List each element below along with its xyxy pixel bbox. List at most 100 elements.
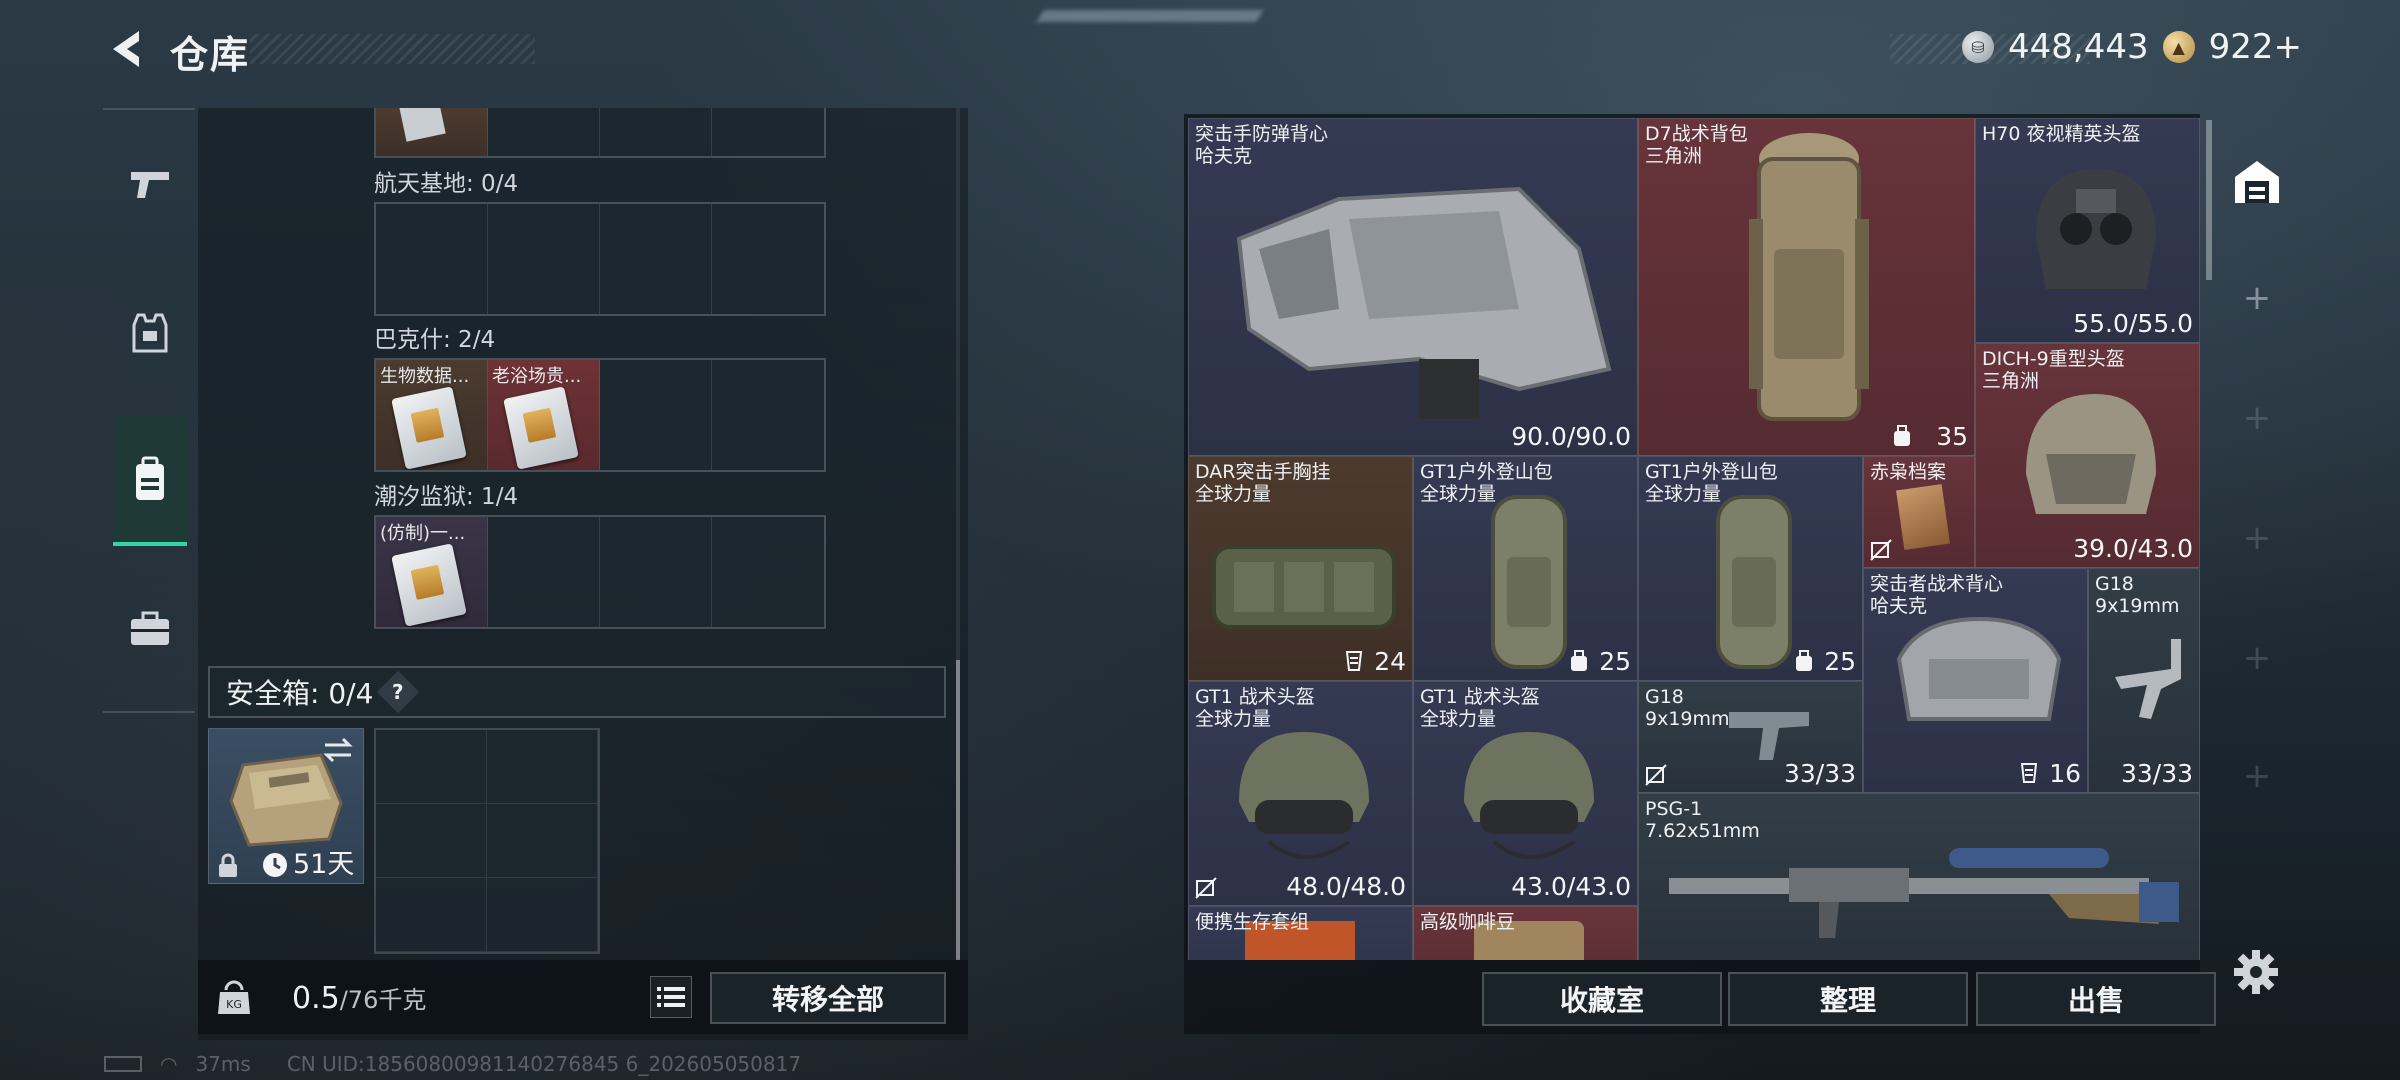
safe-slot[interactable] [487, 878, 598, 952]
nav-case-tab[interactable] [113, 564, 187, 694]
side-tab-add[interactable]: + [2224, 612, 2290, 704]
item-tile[interactable]: D7战术背包 三角洲 35 [1638, 118, 1975, 456]
item-name: GT1户外登山包 全球力量 [1420, 461, 1553, 505]
backpack-icon [136, 456, 164, 500]
item-tile[interactable]: DAR突击手胸挂 全球力量 24 [1188, 456, 1413, 681]
item-tile[interactable]: GT1 战术头盔 全球力量 48.0/48.0 [1188, 681, 1413, 906]
safe-box-header: 安全箱: 0/4 ? [208, 666, 946, 718]
collection-slot[interactable] [488, 204, 600, 314]
chest-rig-image [1212, 545, 1396, 629]
collection-slot[interactable] [376, 108, 488, 156]
collection-slot[interactable] [376, 204, 488, 314]
sort-button[interactable]: 整理 [1728, 972, 1968, 1026]
item-tile[interactable]: G18 9x19mm 33/33 [1638, 681, 1863, 793]
warehouse-side-tabs: + + + + + [2224, 136, 2290, 836]
tactical-vest-image [1896, 616, 2062, 721]
gold-balance[interactable]: 922+ [2209, 27, 2302, 67]
item-durability: 43.0/43.0 [1511, 872, 1631, 901]
nav-backpack-tab[interactable] [113, 416, 187, 546]
warehouse-scrollbar[interactable] [2206, 120, 2212, 280]
collection-slot[interactable] [712, 517, 824, 627]
tactical-helmet-image [1464, 732, 1594, 859]
list-view-button[interactable] [650, 976, 692, 1018]
collection-slot[interactable] [488, 108, 600, 156]
sell-button[interactable]: 出售 [1976, 972, 2216, 1026]
collection-slot[interactable] [712, 204, 824, 314]
safe-slot[interactable] [376, 730, 487, 804]
settings-button[interactable] [2232, 948, 2280, 996]
item-capacity: 25 [1824, 647, 1856, 676]
safe-box-case[interactable]: 51天 [208, 728, 364, 884]
side-tab-add[interactable]: + [2224, 730, 2290, 822]
collection-slot[interactable]: (仿制)一... [376, 517, 488, 627]
item-tile[interactable]: 高级咖啡豆 [1413, 906, 1638, 960]
collection-slot[interactable]: 生物数据... [376, 360, 488, 470]
nav-armor-tab[interactable] [113, 268, 187, 398]
safe-slot[interactable] [487, 730, 598, 804]
armor-vest-image [1236, 186, 1612, 419]
svg-text:KG: KG [226, 998, 242, 1011]
item-tile[interactable]: GT1 战术头盔 全球力量 43.0/43.0 [1413, 681, 1638, 906]
back-button[interactable] [100, 24, 150, 74]
vest-icon [132, 313, 168, 353]
collection-row-aerospace [374, 202, 826, 316]
item-tile[interactable]: PSG-1 7.62x51mm [1638, 793, 2200, 960]
item-capacity: 35 [1936, 422, 1968, 451]
item-tile[interactable]: G18 9x19mm 33/33 [2088, 568, 2200, 793]
help-icon[interactable]: ? [377, 670, 420, 714]
side-tab-warehouse[interactable] [2224, 136, 2290, 228]
tactical-helmet-image [1239, 732, 1369, 859]
item-tile[interactable]: H70 夜视精英头盔 55.0/55.0 [1975, 118, 2200, 343]
side-tab-add[interactable]: + [2224, 372, 2290, 464]
item-tile[interactable]: GT1户外登山包 全球力量 25 [1413, 456, 1638, 681]
item-name: G18 9x19mm [2095, 573, 2180, 617]
collection-slot[interactable] [600, 517, 712, 627]
clock-icon [263, 853, 287, 877]
collection-slot[interactable] [600, 108, 712, 156]
item-name: 突击者战术背心 哈夫克 [1870, 573, 2004, 617]
page-title: 仓库 [170, 33, 251, 77]
item-durability: 55.0/55.0 [2073, 309, 2193, 338]
collection-slot[interactable] [488, 517, 600, 627]
item-tile[interactable]: 便携生存套组 [1188, 906, 1413, 960]
item-tile[interactable]: DICH-9重型头盔 三角洲 39.0/43.0 [1975, 343, 2200, 568]
no-trade-icon [1870, 539, 1892, 561]
side-tab-add[interactable]: + [2224, 252, 2290, 344]
gold-coin-icon: ▲ [2162, 31, 2195, 63]
nav-weapon-tab[interactable] [113, 120, 187, 250]
currency-bar: ⛁ 448,443 ▲ 922+ [1890, 27, 2310, 67]
safe-slot[interactable] [376, 804, 487, 878]
transfer-all-button[interactable]: 转移全部 [710, 972, 946, 1024]
item-name: PSG-1 7.62x51mm [1645, 798, 1760, 842]
gear-icon [2234, 950, 2278, 994]
item-tile[interactable]: 突击者战术背心 哈夫克 16 [1863, 568, 2088, 793]
item-tile[interactable]: 赤枭档案 [1863, 456, 1975, 568]
side-tab-add[interactable]: + [2224, 492, 2290, 584]
ping-readout: 37ms [195, 1052, 251, 1076]
battery-icon [104, 1056, 142, 1072]
system-status-bar: ◠ 37ms CN UID:18560800981140276845 6_202… [104, 1052, 801, 1076]
collection-slot[interactable]: 老浴场贵... [488, 360, 600, 470]
swap-icon[interactable] [321, 735, 355, 765]
capacity-icon [1796, 650, 1812, 671]
collection-slot[interactable] [712, 360, 824, 470]
collection-slot[interactable] [600, 204, 712, 314]
back-arrow-icon [113, 31, 139, 67]
item-name: DAR突击手胸挂 全球力量 [1195, 461, 1331, 505]
safe-slot[interactable] [376, 878, 487, 952]
collection-scrollbar-thumb[interactable] [956, 660, 960, 960]
item-tile[interactable]: 突击手防弹背心 哈夫克 90.0/90.0 [1188, 118, 1638, 456]
collection-item-name: 老浴场贵... [492, 366, 582, 387]
collection-slot[interactable] [600, 360, 712, 470]
capacity-icon [1571, 650, 1587, 671]
briefcase-icon [131, 611, 169, 645]
safe-slot[interactable] [487, 804, 598, 878]
no-trade-icon [1645, 764, 1667, 786]
collection-room-button[interactable]: 收藏室 [1482, 972, 1722, 1026]
item-tile[interactable]: GT1户外登山包 全球力量 25 [1638, 456, 1863, 681]
weight-readout: 0.5/76千克 [292, 980, 426, 1016]
plus-icon: + [2242, 756, 2272, 796]
collection-slot[interactable] [712, 108, 824, 156]
plus-icon: + [2242, 638, 2272, 678]
uid-readout: CN UID:18560800981140276845 6_2026050508… [286, 1052, 802, 1076]
